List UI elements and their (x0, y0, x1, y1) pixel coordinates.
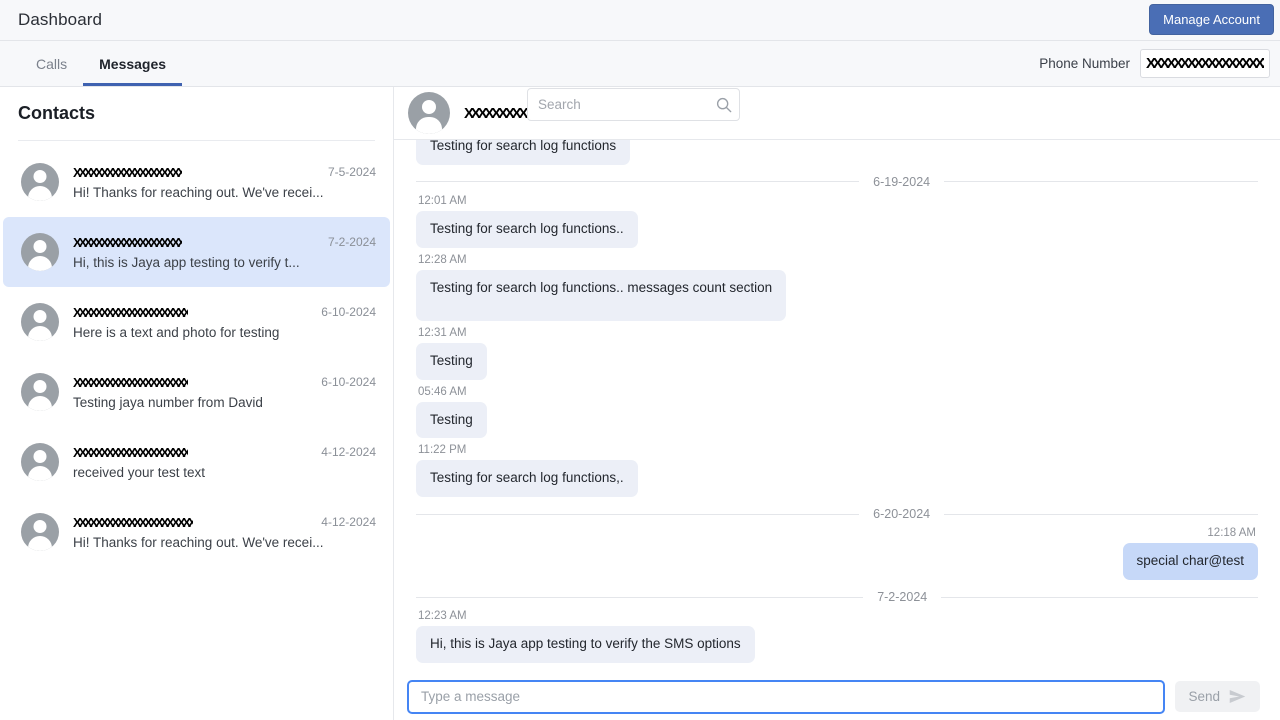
message-timestamp: 12:01 AM (418, 194, 467, 207)
contact-body: XXXXXXXXXXXXXXXXXXXX 7-5-2024 Hi! Thanks f… (73, 165, 376, 200)
list-item[interactable]: XXXXXXXXXXXXXXXXXXXXX 6-10-2024 Testing ja… (3, 357, 390, 427)
contact-name-redacted: XXXXXXXXXXXXXXXXXXXXX (73, 374, 188, 390)
chat-panel: XXXXXXXXXXXXXXXXXX 11:52 PMTesting for s… (394, 87, 1280, 720)
contact-preview: Here is a text and photo for testing (73, 324, 280, 340)
page-title: Dashboard (18, 10, 103, 29)
message-group: 12:01 AM Testing for search log functions… (416, 195, 1258, 248)
search-icon (716, 97, 732, 112)
contact-date: 7-2-2024 (327, 235, 376, 249)
avatar (21, 233, 59, 271)
contact-body: XXXXXXXXXXXXXXXXXXXXX 4-12-2024 received y… (73, 445, 376, 480)
contact-body: XXXXXXXXXXXXXXXXXXXXX 6-10-2024 Testing ja… (73, 375, 376, 410)
message-composer: Send (394, 673, 1280, 720)
outgoing-message-bubble[interactable]: special char@test (1122, 543, 1258, 581)
phone-number-field[interactable]: XXXXXXXXXXXXXXXXXXXXXXXXX (1140, 49, 1270, 78)
avatar (21, 303, 59, 341)
contact-preview: Hi, this is Jaya app testing to verify t… (73, 254, 300, 270)
avatar (21, 163, 59, 201)
contact-preview: Hi! Thanks for reaching out. We've recei… (73, 534, 324, 550)
contact-body: XXXXXXXXXXXXXXXXXXXX 7-2-2024 Hi, this is … (73, 235, 376, 270)
avatar (21, 373, 59, 411)
contact-body: XXXXXXXXXXXXXXXXXXXXXX 4-12-2024 Hi! Thank… (73, 515, 376, 550)
message-group: 11:22 PM Testing for search log functions… (416, 444, 1258, 498)
contact-top-row: XXXXXXXXXXXXXXXXXXXX 7-5-2024 (73, 165, 376, 180)
message-timestamp: 12:28 AM (418, 253, 467, 266)
phone-number-group: Phone Number XXXXXXXXXXXXXXXXXXXXXXXXX (1039, 41, 1270, 86)
message-group: 12:18 AM special char@test (416, 527, 1258, 581)
message-timestamp: 05:46 AM (418, 385, 467, 398)
message-thread[interactable]: 11:52 PMTesting for search log functions… (394, 140, 1280, 673)
date-divider: 6-19-2024 (416, 175, 1258, 189)
message-group: 12:23 AM Hi, this is Jaya app testing to … (416, 610, 1258, 663)
message-group: 05:46 AM Testing (416, 386, 1258, 439)
message-timestamp: 12:23 AM (418, 610, 467, 623)
avatar (408, 92, 450, 134)
list-item[interactable]: XXXXXXXXXXXXXXXXXXXXX 4-12-2024 received y… (3, 427, 390, 497)
send-arrow-icon (1229, 690, 1246, 703)
list-item[interactable]: XXXXXXXXXXXXXXXXXXXXXX 4-12-2024 Hi! Thank… (3, 497, 390, 567)
incoming-message-bubble[interactable]: Testing (416, 401, 487, 439)
list-item[interactable]: XXXXXXXXXXXXXXXXXXXX 7-2-2024 Hi, this is … (3, 217, 390, 287)
phone-number-redacted-value: XXXXXXXXXXXXXXXXXXXXXXXXX (1146, 55, 1264, 72)
message-group: 12:28 AM Testing for search log functions… (416, 254, 1258, 321)
tab-bar: Calls Messages Phone Number XXXXXXXXXXXX… (0, 41, 1280, 121)
search-box[interactable] (527, 88, 740, 121)
contact-date: 6-10-2024 (321, 375, 376, 389)
list-item[interactable]: XXXXXXXXXXXXXXXXXXXX 7-5-2024 Hi! Thanks f… (3, 147, 390, 217)
date-divider: 7-2-2024 (416, 590, 1258, 604)
manage-account-button[interactable]: Manage Account (1149, 4, 1274, 35)
avatar (21, 513, 59, 551)
incoming-message-bubble[interactable]: Testing (416, 342, 487, 380)
contact-date: 4-12-2024 (321, 445, 376, 459)
search-container (527, 88, 740, 121)
date-divider: 6-20-2024 (416, 507, 1258, 521)
incoming-message-bubble[interactable]: Testing for search log functions,. (416, 460, 638, 498)
contact-name-redacted: XXXXXXXXXXXXXXXXXXXXX (73, 444, 188, 460)
contacts-panel: Contacts XXXXXXXXXXXXXXXXXXXX 7-5-2024 Hi!… (0, 87, 394, 720)
main-content: Contacts XXXXXXXXXXXXXXXXXXXX 7-5-2024 Hi!… (0, 87, 1280, 720)
contact-top-row: XXXXXXXXXXXXXXXXXXXXX 4-12-2024 (73, 445, 376, 460)
contact-top-row: XXXXXXXXXXXXXXXXXXXXX 6-10-2024 (73, 305, 376, 320)
message-timestamp: 12:31 AM (418, 326, 467, 339)
tab-messages[interactable]: Messages (83, 41, 183, 86)
avatar (21, 443, 59, 481)
contact-top-row: XXXXXXXXXXXXXXXXXXXX 7-2-2024 (73, 235, 376, 250)
contact-name-redacted: XXXXXXXXXXXXXXXXXXXXXX (73, 514, 194, 530)
top-bar: Dashboard Manage Account (0, 0, 1280, 41)
contact-date: 6-10-2024 (321, 305, 376, 319)
search-input[interactable] (538, 97, 715, 112)
contact-preview: received your test text (73, 464, 206, 480)
contacts-header: Contacts (18, 103, 96, 123)
message-timestamp: 11:22 PM (418, 444, 467, 457)
contact-name-redacted: XXXXXXXXXXXXXXXXXXXX (73, 164, 183, 180)
contact-top-row: XXXXXXXXXXXXXXXXXXXXX 6-10-2024 (73, 375, 376, 390)
incoming-message-bubble[interactable]: Testing for search log functions (416, 140, 631, 165)
contact-body: XXXXXXXXXXXXXXXXXXXXX 6-10-2024 Here is a … (73, 305, 376, 340)
send-button-label: Send (1188, 689, 1220, 704)
contact-top-row: XXXXXXXXXXXXXXXXXXXXXX 4-12-2024 (73, 515, 376, 530)
message-input[interactable] (407, 679, 1166, 714)
phone-number-label: Phone Number (1039, 56, 1130, 71)
send-button[interactable]: Send (1175, 681, 1260, 712)
contact-preview: Testing jaya number from David (73, 394, 263, 410)
incoming-message-bubble[interactable]: Testing for search log functions.. messa… (416, 269, 787, 321)
message-group: 11:52 PMTesting for search log functions (416, 140, 1258, 165)
tab-list: Calls Messages (0, 41, 183, 86)
list-item[interactable]: XXXXXXXXXXXXXXXXXXXXX 6-10-2024 Here is a … (3, 287, 390, 357)
incoming-message-bubble[interactable]: Testing for search log functions.. (416, 210, 638, 248)
contact-preview: Hi! Thanks for reaching out. We've recei… (73, 184, 324, 200)
tab-calls[interactable]: Calls (20, 41, 83, 86)
incoming-message-bubble[interactable]: Hi, this is Jaya app testing to verify t… (416, 626, 755, 663)
contacts-list[interactable]: XXXXXXXXXXXXXXXXXXXX 7-5-2024 Hi! Thanks f… (0, 141, 393, 720)
contact-date: 7-5-2024 (327, 165, 376, 179)
contact-name-redacted: XXXXXXXXXXXXXXXXXXXXX (73, 304, 188, 320)
contact-date: 4-12-2024 (321, 515, 376, 529)
contact-name-redacted: XXXXXXXXXXXXXXXXXXXX (73, 234, 183, 250)
message-timestamp: 12:18 AM (1207, 527, 1256, 540)
message-group: 12:31 AM Testing (416, 327, 1258, 380)
